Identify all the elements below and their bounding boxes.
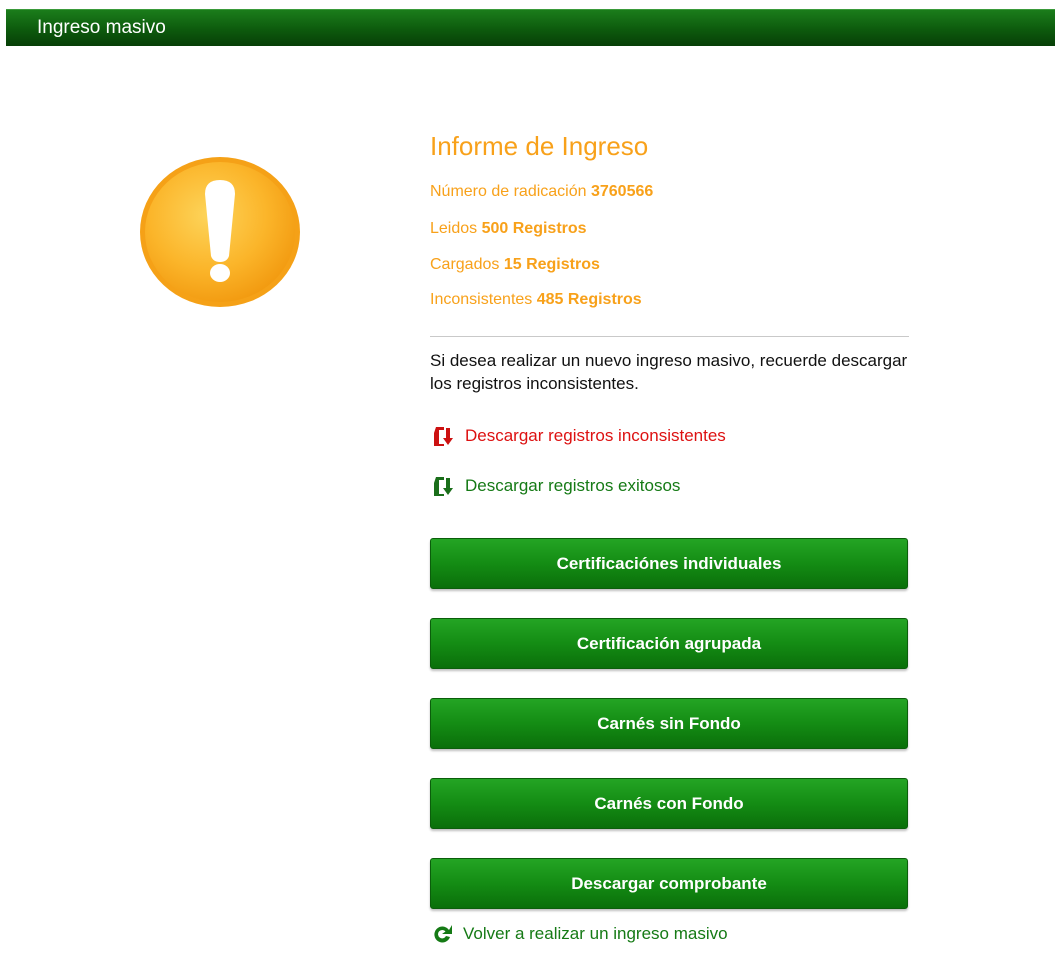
grouped-certification-button[interactable]: Certificación agrupada <box>430 618 908 669</box>
stat-radicacion: Número de radicación 3760566 <box>430 182 653 202</box>
carnes-con-fondo-button[interactable]: Carnés con Fondo <box>430 778 908 829</box>
download-success-label: Descargar registros exitosos <box>465 476 681 495</box>
warning-icon <box>140 157 300 307</box>
file-download-icon <box>434 427 453 446</box>
header-title: Ingreso masivo <box>37 17 166 38</box>
stat-leidos-value: 500 Registros <box>481 220 587 237</box>
notice-text: Si desea realizar un nuevo ingreso masiv… <box>430 351 908 393</box>
refresh-icon <box>434 925 452 943</box>
file-download-icon <box>434 477 453 496</box>
stat-leidos-label: Leidos <box>430 220 478 237</box>
header-bar: Ingreso masivo <box>6 9 1055 46</box>
stat-cargados-value: 15 Registros <box>503 256 600 273</box>
stat-inconsistentes: Inconsistentes 485 Registros <box>430 290 642 310</box>
divider <box>430 336 909 337</box>
stat-radicacion-label: Número de radicación <box>430 183 587 200</box>
page: Ingreso masivo Informe de Ingreso Número… <box>0 0 1055 955</box>
report-content: Informe de Ingreso Número de radicación … <box>430 130 910 943</box>
stat-inconsistentes-label: Inconsistentes <box>430 291 533 308</box>
download-receipt-button[interactable]: Descargar comprobante <box>430 858 908 909</box>
carnes-sin-fondo-button[interactable]: Carnés sin Fondo <box>430 698 908 749</box>
stat-inconsistentes-value: 485 Registros <box>536 291 642 308</box>
individual-certifications-button[interactable]: Certificaciónes individuales <box>430 538 908 589</box>
download-success-link[interactable]: Descargar registros exitosos <box>430 474 680 498</box>
stat-radicacion-value: 3760566 <box>590 183 654 200</box>
stat-leidos: Leidos 500 Registros <box>430 219 587 239</box>
report-title: Informe de Ingreso <box>430 131 649 161</box>
download-inconsistent-link[interactable]: Descargar registros inconsistentes <box>430 424 726 448</box>
back-link-label: Volver a realizar un ingreso masivo <box>463 924 728 943</box>
stat-cargados: Cargados 15 Registros <box>430 255 600 275</box>
download-inconsistent-label: Descargar registros inconsistentes <box>465 426 726 445</box>
stat-cargados-label: Cargados <box>430 256 500 273</box>
back-link[interactable]: Volver a realizar un ingreso masivo <box>430 922 728 946</box>
